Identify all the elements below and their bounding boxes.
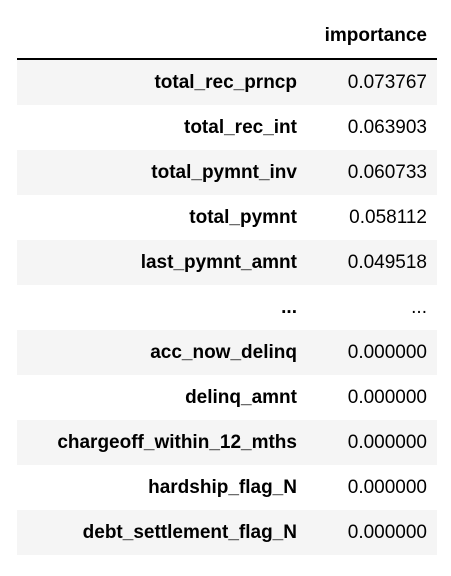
importance-value: 0.060733 — [347, 161, 427, 183]
index-header — [17, 14, 307, 60]
importance-value: 0.000000 — [347, 521, 427, 543]
table-row: hardship_flag_N 0.000000 — [17, 465, 437, 510]
table-row: chargeoff_within_12_mths 0.000000 — [17, 420, 437, 465]
table-row: last_pymnt_amnt 0.049518 — [17, 240, 437, 285]
feature-name: total_rec_prncp — [154, 71, 297, 93]
importance-value: 0.000000 — [347, 341, 427, 363]
feature-name: delinq_amnt — [185, 386, 297, 408]
importance-value: 0.049518 — [347, 251, 427, 273]
table-row: total_pymnt_inv 0.060733 — [17, 150, 437, 195]
feature-name: acc_now_delinq — [150, 341, 297, 363]
feature-name: debt_settlement_flag_N — [82, 521, 297, 543]
table-row: debt_settlement_flag_N 0.000000 — [17, 510, 437, 555]
feature-name: hardship_flag_N — [148, 476, 297, 498]
importance-value: 0.000000 — [347, 386, 427, 408]
feature-name: total_pymnt_inv — [151, 161, 297, 183]
dataframe-output: importance total_rec_prncp 0.073767 tota… — [0, 0, 451, 555]
feature-name: total_rec_int — [184, 116, 297, 138]
header-row: importance — [17, 14, 437, 60]
importance-value: 0.063903 — [347, 116, 427, 138]
table-row: total_rec_int 0.063903 — [17, 105, 437, 150]
table-row: total_rec_prncp 0.073767 — [17, 59, 437, 105]
table-row: acc_now_delinq 0.000000 — [17, 330, 437, 375]
table-row: total_pymnt 0.058112 — [17, 195, 437, 240]
feature-importance-table: importance total_rec_prncp 0.073767 tota… — [17, 14, 437, 555]
importance-value: ... — [411, 296, 427, 318]
importance-column-header: importance — [306, 14, 437, 60]
importance-value: 0.073767 — [347, 71, 427, 93]
feature-name: ... — [281, 296, 297, 318]
feature-name: last_pymnt_amnt — [140, 251, 297, 273]
table-row: delinq_amnt 0.000000 — [17, 375, 437, 420]
importance-value: 0.000000 — [347, 431, 427, 453]
feature-name: chargeoff_within_12_mths — [57, 431, 297, 453]
importance-value: 0.058112 — [349, 206, 427, 228]
feature-name: total_pymnt — [189, 206, 297, 228]
importance-value: 0.000000 — [347, 476, 427, 498]
ellipsis-row: ... ... — [17, 285, 437, 330]
